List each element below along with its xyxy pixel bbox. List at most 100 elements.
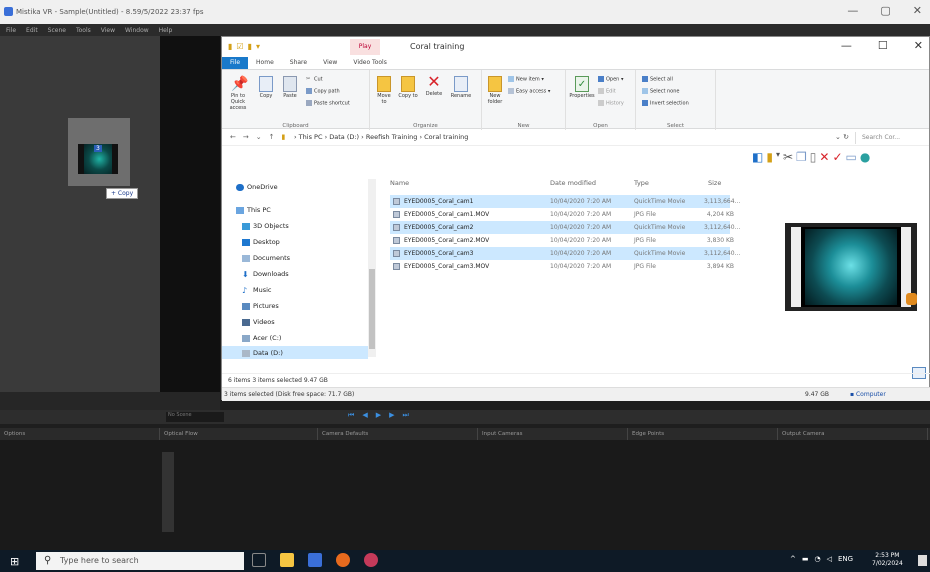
new-folder-icon[interactable]: ▮ — [248, 42, 252, 51]
panel-optical-flow[interactable]: Optical Flow — [160, 428, 318, 440]
history-button[interactable]: History — [598, 100, 624, 107]
forward-arrow-icon[interactable]: → — [243, 133, 249, 141]
easy-access-button[interactable]: Easy access ▾ — [508, 88, 550, 95]
task-view-icon[interactable] — [252, 553, 266, 567]
recent-chevron-icon[interactable]: ⌄ — [256, 133, 262, 141]
panel-input-cameras[interactable]: Input Cameras — [478, 428, 628, 440]
nav-this-pc[interactable]: This PC — [236, 206, 271, 214]
paste-button[interactable]: Paste — [280, 76, 300, 99]
properties-tool-icon[interactable]: ▭ — [846, 150, 857, 164]
globe-icon[interactable]: ● — [860, 150, 870, 164]
nav-3d-objects[interactable]: 3D Objects — [242, 222, 289, 230]
windows-start-icon[interactable]: ⊞ — [10, 555, 22, 568]
properties-icon[interactable]: ☑ — [236, 42, 243, 51]
tab-file[interactable]: File — [222, 57, 249, 69]
bg-maximize-button[interactable]: ▢ — [880, 4, 890, 17]
file-row[interactable]: EYED0005_Coral_cam3 10/04/2020 7:20 AM Qui… — [390, 247, 740, 260]
mistika-app-icon[interactable] — [308, 553, 322, 567]
tab-play[interactable]: Play — [350, 39, 380, 55]
nav-data-d-selected[interactable]: Data (D:) — [222, 346, 368, 359]
copy-button[interactable]: Copy — [256, 76, 276, 99]
tab-home[interactable]: Home — [248, 57, 282, 69]
view-pane-icon[interactable]: ◧ — [752, 150, 763, 164]
volume-icon[interactable]: ◁ — [827, 555, 832, 563]
panel-options[interactable]: Options — [0, 428, 160, 440]
copy-path-button[interactable]: Copy path — [306, 88, 340, 95]
breadcrumb[interactable]: › This PC › Data (D:) › Reefish Training… — [294, 133, 468, 141]
chevron-down-icon[interactable]: ▾ — [776, 150, 780, 164]
select-none-button[interactable]: Select none — [642, 88, 680, 95]
rename-button[interactable]: Rename — [450, 76, 472, 99]
file-row[interactable]: EYED0005_Coral_cam1.MOV 10/04/2020 7:20 A… — [390, 208, 734, 221]
tray-chevron-icon[interactable]: ^ — [790, 555, 796, 563]
nav-videos[interactable]: Videos — [242, 318, 275, 326]
copy-tool-icon[interactable]: ❐ — [796, 150, 807, 164]
cut-button[interactable]: ✂ Cut — [306, 76, 323, 83]
menu-file[interactable]: File — [6, 27, 16, 34]
file-row[interactable]: EYED0005_Coral_cam2 10/04/2020 7:20 AM Qui… — [390, 221, 740, 234]
up-arrow-icon[interactable]: ↑ — [269, 133, 275, 141]
menu-edit[interactable]: Edit — [26, 27, 38, 34]
minimize-button[interactable]: — — [841, 39, 852, 52]
close-button[interactable]: ✕ — [914, 39, 923, 52]
select-all-button[interactable]: Select all — [642, 76, 673, 83]
tab-view[interactable]: View — [315, 57, 345, 69]
delete-tool-icon[interactable]: ✕ — [819, 150, 829, 164]
clock[interactable]: 2:53 PM 7/02/2024 — [872, 552, 903, 568]
chevron-down-icon[interactable]: ▾ — [256, 42, 260, 51]
nav-data-d[interactable]: Data (D:) — [242, 349, 283, 357]
file-row[interactable]: EYED0005_Coral_cam1 10/04/2020 7:20 AM Qui… — [390, 195, 740, 208]
paste-tool-icon[interactable]: ▯ — [810, 150, 817, 164]
invert-selection-button[interactable]: Invert selection — [642, 100, 689, 107]
search-input[interactable]: Search Cor... — [855, 132, 925, 144]
file-row[interactable]: EYED0005_Coral_cam3.MOV 10/04/2020 7:20 A… — [390, 260, 734, 273]
col-date-modified[interactable]: Date modified — [550, 179, 596, 187]
pin-quick-access-button[interactable]: 📌 Pin to Quick access — [224, 76, 252, 111]
nav-scrollbar[interactable] — [368, 179, 376, 357]
col-name[interactable]: Name — [390, 179, 409, 187]
new-folder-button[interactable]: New folder — [484, 76, 506, 105]
crumb-coral-training[interactable]: Coral training — [424, 133, 468, 141]
menu-scene[interactable]: Scene — [48, 27, 66, 34]
back-arrow-icon[interactable]: ← — [230, 133, 236, 141]
copy-to-button[interactable]: Copy to — [398, 76, 418, 99]
panel-output-camera[interactable]: Output Camera — [778, 428, 928, 440]
next-frame-icon[interactable]: ▶ — [389, 411, 394, 420]
file-menu-icon[interactable]: ▮ — [766, 150, 773, 164]
nav-scroll-thumb[interactable] — [369, 269, 375, 349]
maximize-button[interactable]: ☐ — [878, 39, 888, 52]
scene-selector[interactable]: No Scene — [166, 412, 224, 422]
prev-frame-icon[interactable]: ◀ — [362, 411, 367, 420]
menu-help[interactable]: Help — [159, 27, 173, 34]
battery-icon[interactable]: ▬ — [802, 555, 809, 563]
properties-button[interactable]: ✓ Properties — [568, 76, 596, 99]
nav-desktop[interactable]: Desktop — [242, 238, 280, 246]
file-row[interactable]: EYED0005_Coral_cam2.MOV 10/04/2020 7:20 A… — [390, 234, 734, 247]
notifications-icon[interactable] — [918, 555, 927, 566]
play-icon[interactable]: ▶ — [376, 411, 381, 420]
open-button[interactable]: Open ▾ — [598, 76, 623, 83]
col-type[interactable]: Type — [634, 179, 649, 187]
nav-music[interactable]: ♪ Music — [242, 286, 272, 294]
tab-video-tools[interactable]: Video Tools — [345, 57, 395, 69]
crumb-reefish-training[interactable]: Reefish Training — [366, 133, 418, 141]
tab-share[interactable]: Share — [282, 57, 315, 69]
nav-pictures[interactable]: Pictures — [242, 302, 279, 310]
taskbar-search-input[interactable]: ⚲ Type here to search — [36, 552, 244, 570]
network-icon[interactable]: ◔ — [815, 555, 821, 563]
bg-minimize-button[interactable]: — — [847, 4, 858, 17]
firefox-icon[interactable] — [336, 553, 350, 567]
col-size[interactable]: Size — [708, 179, 721, 187]
panel-camera-defaults[interactable]: Camera Defaults — [318, 428, 478, 440]
language-indicator[interactable]: ENG — [838, 555, 853, 563]
paste-shortcut-button[interactable]: Paste shortcut — [306, 100, 350, 107]
go-end-icon[interactable]: ⏭ — [402, 411, 408, 420]
nav-acer-c[interactable]: Acer (C:) — [242, 334, 281, 342]
bg-close-button[interactable]: ✕ — [913, 4, 922, 17]
edit-button[interactable]: Edit — [598, 88, 616, 95]
nav-downloads[interactable]: ⬇ Downloads — [242, 270, 289, 278]
crumb-this-pc[interactable]: This PC — [299, 133, 323, 141]
app-icon[interactable] — [364, 553, 378, 567]
crumb-data-d[interactable]: Data (D:) — [329, 133, 359, 141]
menu-tools[interactable]: Tools — [76, 27, 91, 34]
